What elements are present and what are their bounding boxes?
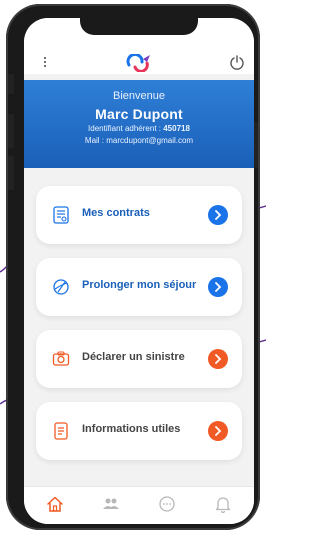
welcome-header: Bienvenue Marc Dupont Identifiant adhére… [24,80,254,168]
card-mes-contrats[interactable]: Mes contrats [36,186,242,244]
card-label: Informations utiles [82,423,181,435]
phone-volume-down [8,156,14,190]
member-id-line: Identifiant adhérent : 450718 [24,124,254,134]
email-label: Mail : [84,136,105,145]
phone-notch [80,18,198,35]
document-icon [54,422,68,440]
phone-screen: Bienvenue Marc Dupont Identifiant adhére… [24,18,254,524]
chevron-right-icon[interactable] [208,205,228,225]
home-icon[interactable] [46,495,64,513]
card-declarer-sinistre[interactable]: Déclarer un sinistre [36,330,242,388]
card-label: Déclarer un sinistre [82,351,185,363]
card-label: Prolonger mon séjour [82,279,197,291]
users-icon[interactable] [102,495,120,513]
chevron-right-icon[interactable] [208,277,228,297]
chevron-right-icon[interactable] [208,421,228,441]
phone-volume-up [8,114,14,148]
bell-icon[interactable] [214,495,232,513]
email-value: marcdupont@gmail.com [106,136,194,145]
email-line: Mail : marcdupont@gmail.com [24,136,254,146]
phone-frame: Bienvenue Marc Dupont Identifiant adhére… [6,4,260,530]
globe-plane-icon [53,279,69,295]
user-name: Marc Dupont [95,106,183,122]
card-informations-utiles[interactable]: Informations utiles [36,402,242,460]
menu-dots-icon[interactable] [42,56,48,70]
phone-side-button [8,74,14,94]
chat-icon[interactable] [158,495,176,513]
chevron-right-icon[interactable] [208,349,228,369]
bottom-nav [24,486,254,524]
camera-icon [52,351,70,366]
card-label: Mes contrats [82,207,150,219]
member-id-label: Identifiant adhérent : [88,124,161,133]
contract-icon [53,206,69,224]
welcome-text: Bienvenue [113,90,165,102]
power-icon[interactable] [229,54,245,70]
card-prolonger-sejour[interactable]: Prolonger mon séjour [36,258,242,316]
app-logo [126,54,150,72]
member-id-value: 450718 [163,124,190,133]
